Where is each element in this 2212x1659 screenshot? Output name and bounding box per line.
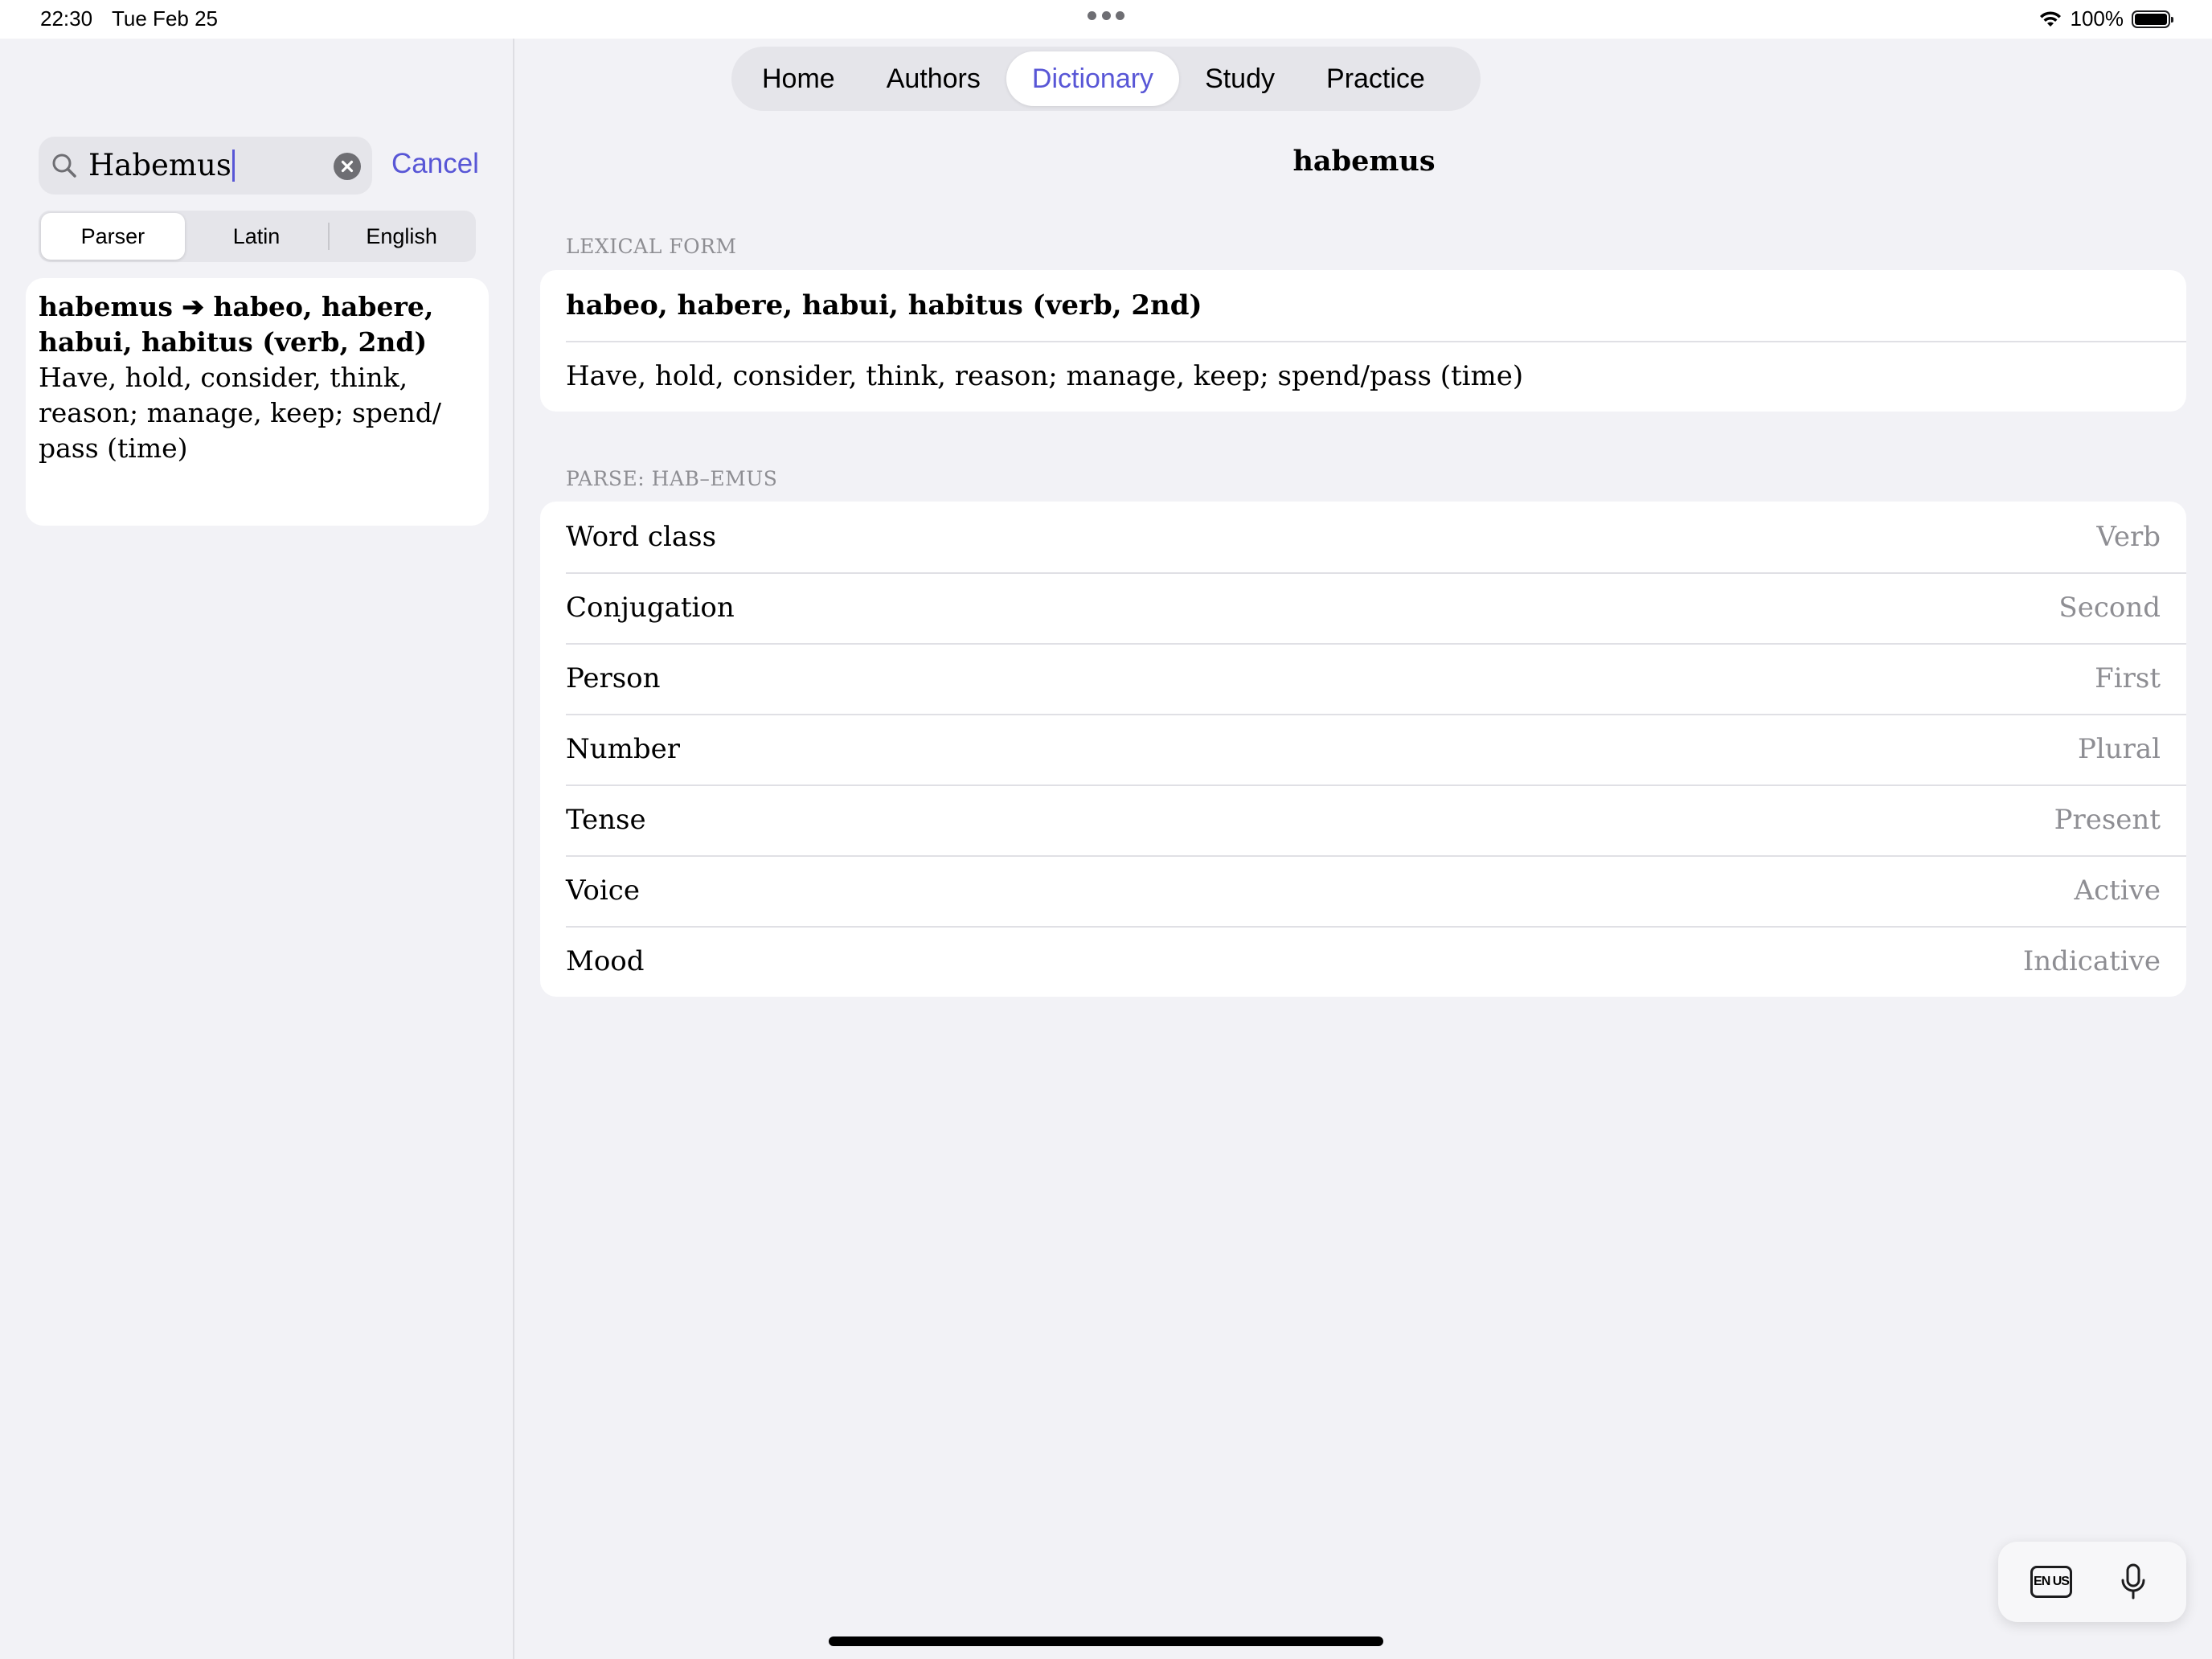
parse-value: Second — [2058, 592, 2161, 624]
search-field[interactable]: Habemus — [39, 137, 372, 195]
keyboard-accessory: EN US — [1998, 1542, 2186, 1622]
cancel-button[interactable]: Cancel — [391, 148, 479, 180]
clear-search-button[interactable] — [334, 153, 361, 180]
lexical-form-group: habeo, habere, habui, habitus (verb, 2nd… — [540, 270, 2186, 412]
battery-percentage: 100% — [2070, 6, 2124, 31]
search-result-item[interactable]: habemus ➔ habeo, habere, habui, habitus … — [26, 278, 489, 526]
microphone-icon[interactable] — [2117, 1563, 2149, 1601]
status-time: 22:30 — [40, 6, 93, 31]
top-tab-bar: Home Authors Dictionary Study Practice — [731, 47, 1481, 111]
status-date: Tue Feb 25 — [112, 6, 219, 31]
text-caret — [231, 150, 235, 182]
tab-practice[interactable]: Practice — [1301, 51, 1451, 106]
parse-label: Mood — [566, 945, 645, 977]
main-content: Home Authors Dictionary Study Practice h… — [516, 39, 2212, 1659]
segment-latin[interactable]: Latin — [185, 213, 329, 260]
parse-group: Word class Verb Conjugation Second Perso… — [540, 502, 2186, 997]
parse-label: Conjugation — [566, 592, 735, 624]
wifi-icon — [2039, 10, 2061, 27]
parse-value: Verb — [2096, 521, 2161, 553]
tab-dictionary[interactable]: Dictionary — [1006, 51, 1180, 106]
language-icon[interactable]: EN US — [2030, 1566, 2072, 1598]
search-icon — [52, 154, 76, 178]
parse-header: PARSE: HAB–EMUS — [566, 467, 778, 490]
search-input-value: Habemus — [88, 148, 231, 182]
lexical-form-header: LEXICAL FORM — [566, 235, 737, 258]
parse-label: Number — [566, 733, 681, 765]
page-title: habemus — [1292, 145, 1436, 178]
status-bar: 22:30 Tue Feb 25 100% — [0, 0, 2212, 39]
lexical-meaning-row: Have, hold, consider, think, reason; man… — [540, 341, 2186, 412]
parse-label: Voice — [566, 875, 640, 907]
search-input[interactable]: Habemus — [88, 148, 235, 182]
segment-parser[interactable]: Parser — [41, 213, 185, 260]
parse-value: First — [2095, 662, 2161, 694]
result-definition: Have, hold, consider, think, reason; man… — [39, 362, 442, 464]
parse-row-person: Person First — [540, 643, 2186, 714]
clear-icon — [341, 160, 354, 173]
segment-english[interactable]: English — [330, 213, 473, 260]
result-title: habemus ➔ habeo, habere, habui, habitus … — [39, 291, 434, 358]
lexical-meaning-text: Have, hold, consider, think, reason; man… — [566, 360, 1524, 392]
parse-row-number: Number Plural — [540, 714, 2186, 784]
parse-value: Plural — [2077, 733, 2161, 765]
parse-value: Indicative — [2022, 945, 2161, 977]
parse-label: Tense — [566, 804, 646, 836]
lexical-form-text: habeo, habere, habui, habitus (verb, 2nd… — [566, 289, 1202, 322]
multitasking-dots-icon[interactable] — [1088, 11, 1124, 21]
parse-row-conjugation: Conjugation Second — [540, 572, 2186, 643]
parse-label: Person — [566, 662, 661, 694]
parse-label: Word class — [566, 521, 717, 553]
home-indicator[interactable] — [829, 1636, 1383, 1646]
tab-study[interactable]: Study — [1179, 51, 1301, 106]
parse-row-word-class: Word class Verb — [540, 502, 2186, 572]
sidebar: Habemus Cancel Parser Latin English habe… — [0, 39, 514, 1659]
parse-row-mood: Mood Indicative — [540, 926, 2186, 997]
parse-value: Active — [2074, 875, 2161, 907]
battery-icon — [2132, 10, 2173, 28]
search-mode-segmented-control: Parser Latin English — [39, 211, 476, 262]
lexical-form-row: habeo, habere, habui, habitus (verb, 2nd… — [540, 270, 2186, 341]
parse-row-voice: Voice Active — [540, 855, 2186, 926]
tab-authors[interactable]: Authors — [861, 51, 1006, 106]
parse-value: Present — [2054, 804, 2161, 836]
tab-home[interactable]: Home — [736, 51, 861, 106]
status-indicators: 100% — [2038, 6, 2173, 31]
parse-row-tense: Tense Present — [540, 784, 2186, 855]
